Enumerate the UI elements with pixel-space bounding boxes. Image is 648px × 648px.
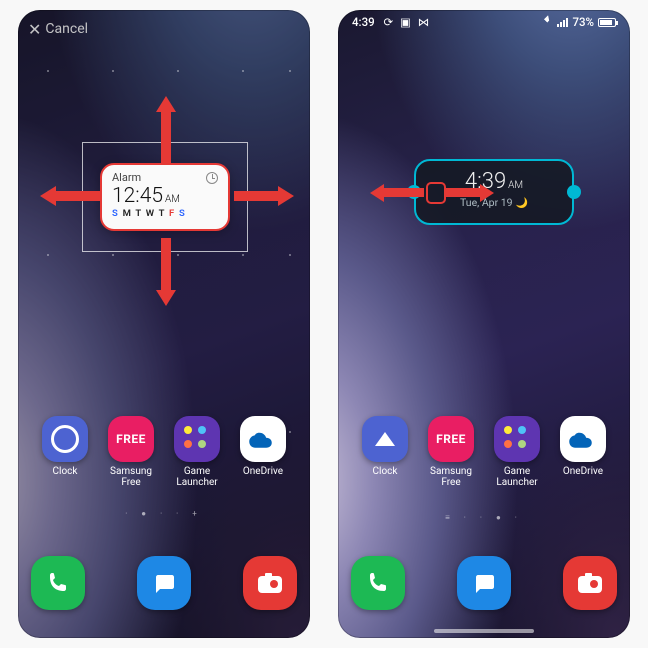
app-onedrive[interactable]: OneDrive [233, 416, 293, 488]
app-samsung-free[interactable]: FREESamsung Free [101, 416, 161, 488]
phone-right-home: 4:39 ⟳ ▣ ⋈ 73% 4:39AM Tue, Apr 19🌙 Clock… [338, 10, 630, 638]
samsung-free-icon: FREE [108, 416, 154, 462]
cancel-label: Cancel [45, 21, 88, 37]
gesture-bar[interactable] [434, 629, 534, 633]
battery-percent: 73% [572, 15, 594, 29]
onedrive-icon [240, 416, 286, 462]
phone-left-widget-resize: ✕ Cancel Alarm 12:45AM S M T W T F S Clo… [18, 10, 310, 638]
messages-app[interactable] [457, 556, 511, 610]
messages-app[interactable] [137, 556, 191, 610]
alarm-days: S M T W T F S [112, 208, 218, 219]
status-icons-left: ⟳ ▣ ⋈ [384, 15, 432, 29]
status-bar: 4:39 ⟳ ▣ ⋈ 73% [338, 10, 630, 34]
app-game-launcher[interactable]: Game Launcher [487, 416, 547, 488]
signal-icon [557, 18, 568, 27]
dock [338, 556, 630, 614]
alarm-time: 12:45AM [112, 184, 218, 208]
cancel-button[interactable]: ✕ Cancel [18, 10, 310, 48]
home-app-row: Clock FREESamsung Free Game Launcher One… [18, 416, 310, 488]
page-indicator[interactable]: ≡ · · ● · [338, 513, 630, 522]
app-game-launcher[interactable]: Game Launcher [167, 416, 227, 488]
alarm-widget[interactable]: Alarm 12:45AM S M T W T F S [100, 163, 230, 231]
app-clock[interactable]: Clock [355, 416, 415, 488]
phone-app[interactable] [351, 556, 405, 610]
resize-handle-right[interactable] [567, 185, 581, 199]
alarm-widget-title: Alarm [112, 171, 141, 184]
dock [18, 556, 310, 614]
close-icon: ✕ [28, 20, 41, 39]
wifi-icon [541, 18, 553, 27]
app-onedrive[interactable]: OneDrive [553, 416, 613, 488]
battery-icon [598, 18, 616, 27]
page-indicator[interactable]: · ● · · + [18, 509, 310, 518]
home-app-row: Clock FREESamsung Free Game Launcher One… [338, 416, 630, 488]
game-launcher-icon [174, 416, 220, 462]
camera-app[interactable] [243, 556, 297, 610]
callout-ring-annotation [426, 182, 446, 204]
samsung-free-icon: FREE [428, 416, 474, 462]
clock-icon [362, 416, 408, 462]
clock-icon [42, 416, 88, 462]
onedrive-icon [560, 416, 606, 462]
camera-app[interactable] [563, 556, 617, 610]
app-samsung-free[interactable]: FREESamsung Free [421, 416, 481, 488]
alarm-clock-icon [206, 172, 218, 184]
status-time: 4:39 [352, 15, 375, 29]
moon-icon: 🌙 [516, 198, 528, 209]
app-clock[interactable]: Clock [35, 416, 95, 488]
phone-app[interactable] [31, 556, 85, 610]
game-launcher-icon [494, 416, 540, 462]
